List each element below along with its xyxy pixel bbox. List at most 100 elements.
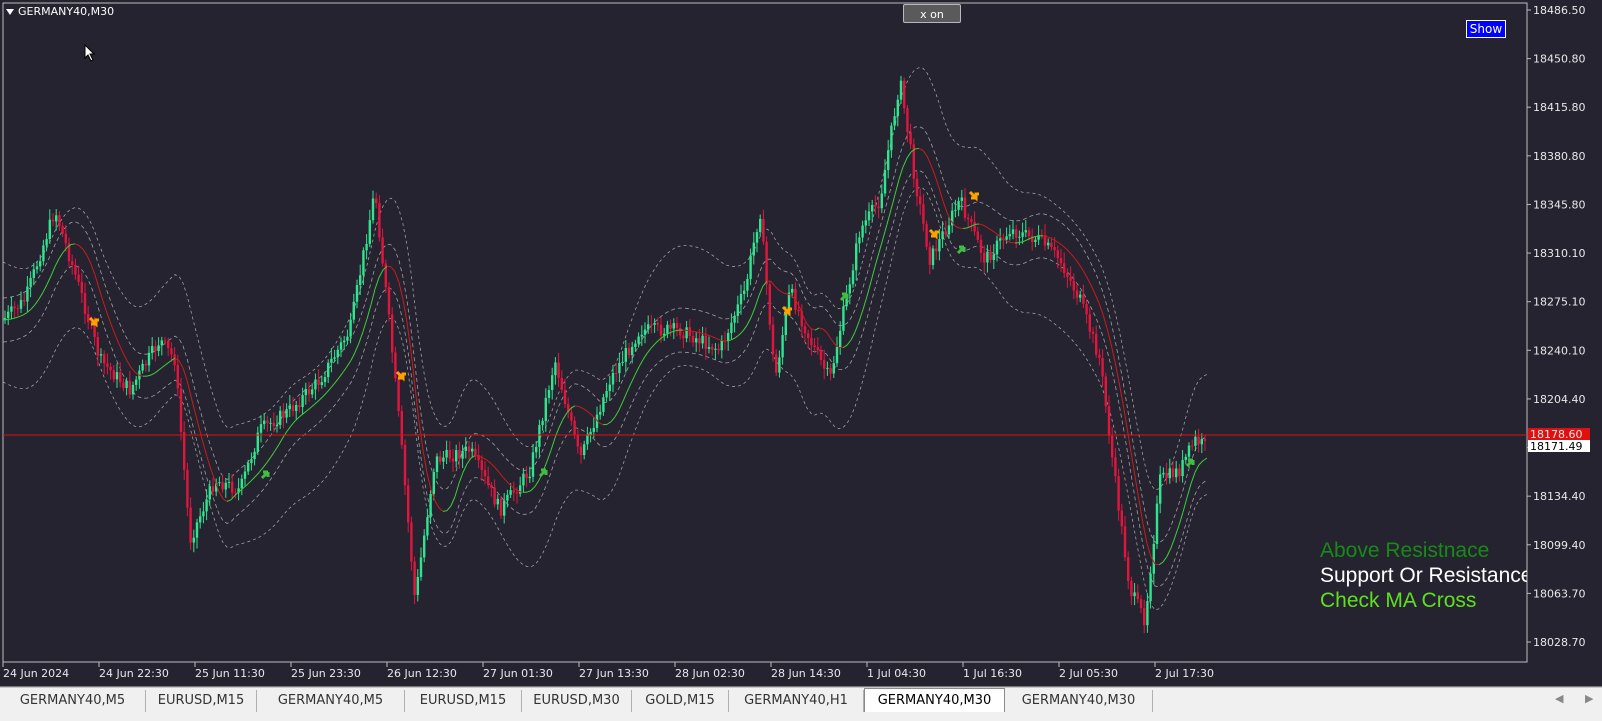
candle-body bbox=[961, 197, 963, 200]
tab-germany40-m30[interactable]: GERMANY40,M30 bbox=[864, 688, 1005, 712]
candle-body bbox=[65, 234, 67, 244]
candle-body bbox=[1111, 436, 1113, 457]
tab-gold-m15[interactable]: GOLD,M15 bbox=[632, 690, 729, 712]
tab-eurusd-m15[interactable]: EURUSD,M15 bbox=[405, 690, 522, 712]
ma-segment bbox=[1059, 243, 1063, 246]
candle-body bbox=[87, 314, 89, 322]
candle-body bbox=[305, 389, 307, 395]
candle-body bbox=[417, 577, 419, 595]
candle-body bbox=[391, 314, 393, 352]
candle-body bbox=[461, 451, 463, 459]
ma-segment bbox=[979, 224, 983, 225]
ma-segment bbox=[179, 361, 183, 368]
ma-segment bbox=[655, 340, 659, 344]
ma-segment bbox=[771, 281, 775, 286]
ma-segment bbox=[751, 308, 755, 318]
candle-body bbox=[1165, 473, 1167, 478]
ma-segment bbox=[19, 315, 23, 317]
candle-body bbox=[404, 445, 406, 485]
ma-segment bbox=[255, 473, 259, 477]
candle-body bbox=[199, 516, 201, 522]
candle-body bbox=[900, 81, 902, 100]
ma-segment bbox=[903, 158, 907, 167]
ma-segment bbox=[59, 252, 63, 258]
candle-body bbox=[695, 338, 697, 342]
ma-segment bbox=[299, 414, 303, 417]
candle-body bbox=[893, 116, 895, 125]
candle-body bbox=[170, 348, 172, 354]
candle-body bbox=[1197, 437, 1199, 445]
candle-body bbox=[916, 179, 918, 197]
candles bbox=[4, 76, 1206, 633]
candle-body bbox=[209, 486, 211, 499]
candle-body bbox=[618, 363, 620, 373]
candle-body bbox=[71, 261, 73, 265]
candle-body bbox=[580, 447, 582, 456]
candle-body bbox=[529, 477, 531, 478]
candle-body bbox=[1117, 476, 1119, 510]
candle-body bbox=[458, 450, 460, 459]
tab-eurusd-m15[interactable]: EURUSD,M15 bbox=[146, 690, 257, 712]
candle-body bbox=[372, 199, 374, 221]
ma-segment bbox=[695, 332, 699, 333]
ma-segment bbox=[1063, 246, 1067, 250]
tab-germany40-m5[interactable]: GERMANY40,M5 bbox=[0, 690, 146, 712]
price-label: 18134.40 bbox=[1533, 490, 1586, 503]
ma-segment bbox=[1159, 562, 1163, 565]
ma-segment bbox=[959, 228, 963, 229]
candle-body bbox=[826, 368, 828, 369]
candle-body bbox=[324, 377, 326, 382]
candle-body bbox=[634, 344, 636, 347]
candle-body bbox=[436, 456, 438, 472]
candle-body bbox=[858, 238, 860, 244]
candle-body bbox=[151, 346, 153, 353]
ma-segment bbox=[895, 179, 899, 194]
symbol-title[interactable]: GERMANY40,M30 bbox=[6, 5, 114, 18]
ma-segment bbox=[107, 313, 111, 324]
candle-body bbox=[375, 199, 377, 203]
candle-body bbox=[657, 323, 659, 325]
candle-body bbox=[122, 382, 124, 388]
candle-body bbox=[221, 482, 223, 489]
candle-body bbox=[698, 338, 700, 343]
candle-body bbox=[1060, 258, 1062, 263]
candle-body bbox=[487, 476, 489, 485]
candle-body bbox=[125, 381, 127, 388]
candle-body bbox=[653, 323, 655, 325]
ma-segment bbox=[1055, 241, 1059, 243]
tab-germany40-h1[interactable]: GERMANY40,H1 bbox=[729, 690, 864, 712]
candle-body bbox=[241, 479, 243, 488]
candle-body bbox=[263, 421, 265, 425]
candle-body bbox=[106, 363, 108, 366]
candle-body bbox=[167, 341, 169, 348]
candle-body bbox=[1172, 468, 1174, 477]
chevron-left-icon[interactable]: ◀ bbox=[1555, 692, 1563, 705]
candle-body bbox=[1073, 281, 1075, 291]
price-label: 18450.80 bbox=[1533, 53, 1586, 66]
candle-body bbox=[257, 433, 259, 452]
ma-segment bbox=[935, 176, 939, 188]
candle-body bbox=[871, 205, 873, 212]
candle-body bbox=[884, 170, 886, 193]
arrow-down-icon bbox=[930, 230, 939, 236]
chevron-right-icon[interactable]: ▶ bbox=[1585, 692, 1593, 705]
candle-body bbox=[289, 405, 291, 409]
ma-segment bbox=[455, 483, 459, 496]
time-label: 24 Jun 2024 bbox=[3, 667, 69, 680]
x-on-button[interactable]: x on bbox=[903, 4, 961, 23]
arrow-down-icon bbox=[970, 192, 979, 198]
ma-segment bbox=[263, 462, 267, 467]
tab-eurusd-m30[interactable]: EURUSD,M30 bbox=[522, 690, 632, 712]
triangle-down-icon[interactable] bbox=[6, 9, 14, 15]
show-button[interactable]: Show bbox=[1466, 20, 1506, 38]
candle-body bbox=[785, 311, 787, 335]
candle-body bbox=[781, 335, 783, 357]
chart-window[interactable]: 18486.5018450.8018415.8018380.8018345.80… bbox=[0, 0, 1602, 687]
tab-germany40-m30[interactable]: GERMANY40,M30 bbox=[1005, 690, 1153, 712]
tab-germany40-m5[interactable]: GERMANY40,M5 bbox=[257, 690, 405, 712]
candle-body bbox=[692, 336, 694, 342]
ma-segment bbox=[1143, 524, 1147, 544]
candle-body bbox=[1188, 446, 1190, 457]
ma-segment bbox=[471, 456, 475, 459]
candle-body bbox=[484, 470, 486, 476]
